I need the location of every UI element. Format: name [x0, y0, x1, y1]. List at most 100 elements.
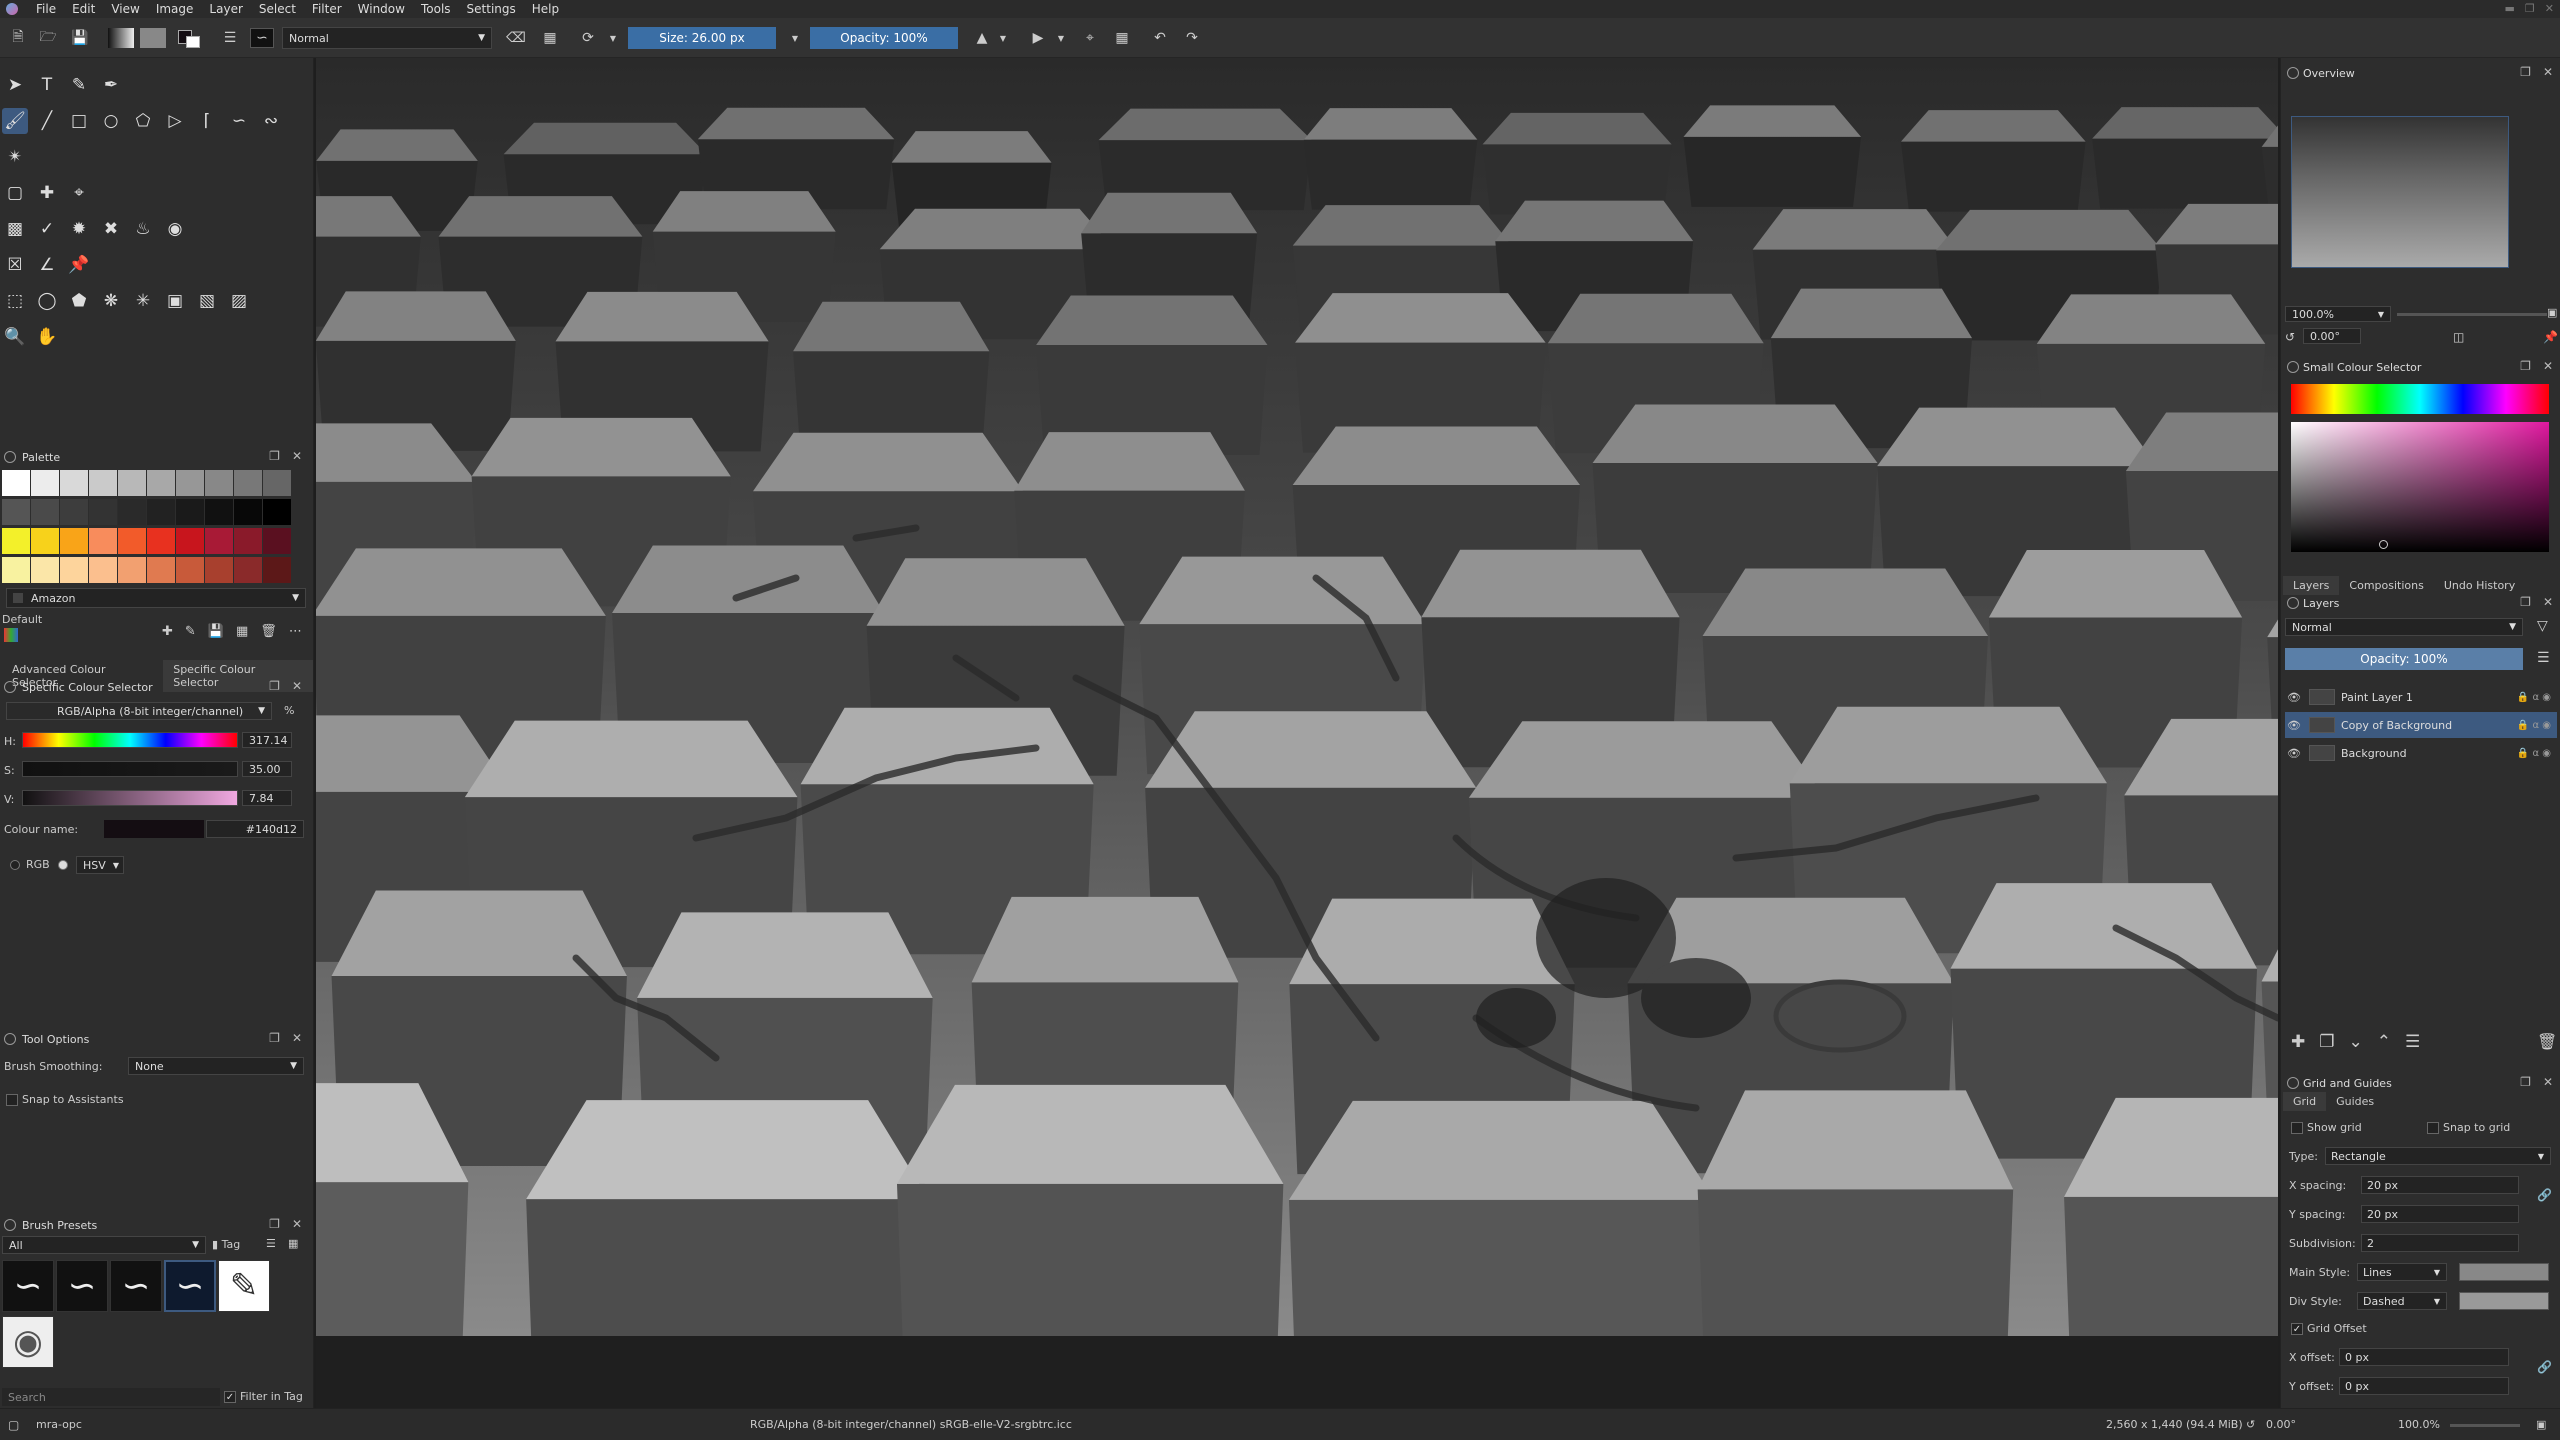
grid-offset-checkbox[interactable]: ✓ [2291, 1323, 2303, 1335]
transform-tool-icon[interactable]: ▢ [2, 180, 28, 206]
menu-filter[interactable]: Filter [304, 2, 350, 16]
contiguous-selection-icon[interactable]: ✳ [130, 288, 156, 314]
palette-swatch[interactable] [234, 470, 262, 496]
colour-picker-icon[interactable]: ✓ [34, 216, 60, 242]
menu-help[interactable]: Help [524, 2, 567, 16]
freehand-selection-icon[interactable]: ❋ [98, 288, 124, 314]
palette-swatch[interactable] [234, 528, 262, 554]
link-offset-icon[interactable]: 🔗 [2537, 1360, 2552, 1374]
palette-swatch[interactable] [205, 470, 233, 496]
status-zoom[interactable]: 100.0% [2398, 1418, 2440, 1431]
crop-tool-icon[interactable]: ⌖ [66, 180, 92, 206]
chevron-down-icon[interactable]: ▼ [608, 28, 618, 48]
palette-swatch[interactable] [176, 528, 204, 554]
text-tool-icon[interactable]: T [34, 72, 60, 98]
palette-swatch[interactable] [2, 470, 30, 496]
main-colour-swatch[interactable] [2459, 1263, 2549, 1281]
palette-swatch[interactable] [118, 499, 146, 525]
chevron-down-icon[interactable]: ▼ [998, 28, 1008, 48]
reference-images-icon[interactable]: 📌 [66, 252, 92, 278]
menu-file[interactable]: File [28, 2, 64, 16]
saturation-value-square[interactable] [2291, 422, 2549, 552]
close-icon[interactable]: ✕ [2545, 2, 2554, 15]
float-docker-icon[interactable]: ❐ [2520, 595, 2531, 609]
grid-view-icon[interactable]: ▦ [288, 1237, 298, 1250]
freehand-brush-icon[interactable]: 🖌 [2, 108, 28, 134]
visibility-eye-icon[interactable]: 👁 [2285, 719, 2303, 732]
close-docker-icon[interactable]: ✕ [2543, 1075, 2553, 1089]
palette-grid-view-icon[interactable]: ▦ [236, 624, 248, 639]
move-tool-icon[interactable]: ✚ [34, 180, 60, 206]
palette-swatch[interactable] [31, 470, 59, 496]
brush-size-slider[interactable]: Size: 26.00 px [628, 27, 776, 49]
x-offset-field[interactable]: 0 px [2339, 1348, 2509, 1366]
layer-lock-icons[interactable]: 🔒 α ◉ [2517, 692, 2551, 703]
save-icon[interactable]: 💾 [70, 28, 90, 48]
palette-swatch[interactable] [60, 528, 88, 554]
overview-zoom-slider[interactable] [2397, 313, 2547, 316]
elliptical-selection-icon[interactable]: ◯ [34, 288, 60, 314]
hsv-radio[interactable] [58, 860, 68, 870]
crop-icon[interactable]: ⌖ [1080, 28, 1100, 48]
palette-swatch[interactable] [31, 557, 59, 583]
close-docker-icon[interactable]: ✕ [292, 1217, 302, 1231]
canvas-area[interactable] [316, 58, 2278, 1336]
layer-row[interactable]: 👁 Copy of Background 🔒 α ◉ [2285, 712, 2557, 738]
fit-view-icon[interactable]: ▣ [2536, 1418, 2546, 1431]
tag-button[interactable]: ▮ Tag [212, 1238, 240, 1251]
palette-swatch[interactable] [118, 528, 146, 554]
brush-search-input[interactable]: Search [2, 1388, 220, 1406]
palette-swatch[interactable] [234, 499, 262, 525]
pin-icon[interactable]: 📌 [2543, 330, 2558, 344]
bezier-tool-icon[interactable]: ⌈ [194, 108, 220, 134]
snap-to-grid-checkbox[interactable] [2427, 1122, 2439, 1134]
layer-opacity-slider[interactable]: Opacity: 100% [2285, 648, 2523, 670]
eraser-mode-icon[interactable]: ⌫ [506, 28, 526, 48]
palette-selector[interactable]: Amazon ▼ [6, 588, 306, 608]
menu-settings[interactable]: Settings [459, 2, 524, 16]
close-docker-icon[interactable]: ✕ [2543, 65, 2553, 79]
palette-swatch[interactable] [60, 499, 88, 525]
palette-swatch[interactable] [205, 528, 233, 554]
ellipse-tool-icon[interactable]: ○ [98, 108, 124, 134]
show-grid-checkbox[interactable] [2291, 1122, 2303, 1134]
brush-preset-1[interactable]: ∽ [2, 1260, 54, 1312]
edit-shapes-icon[interactable]: ✎ [66, 72, 92, 98]
hue-strip[interactable] [2291, 384, 2549, 414]
palette-swatch[interactable] [89, 557, 117, 583]
docker-lock-icon[interactable] [4, 1033, 16, 1045]
mirror-vertical-icon[interactable]: ▶ [1028, 28, 1048, 48]
palette-swatch[interactable] [263, 557, 291, 583]
status-zoom-slider[interactable] [2450, 1424, 2520, 1427]
opacity-slider[interactable]: Opacity: 100% [810, 27, 958, 49]
palette-swatch[interactable] [31, 528, 59, 554]
close-docker-icon[interactable]: ✕ [292, 1031, 302, 1045]
duplicate-layer-icon[interactable]: ❐ [2319, 1032, 2334, 1052]
polygonal-selection-icon[interactable]: ⬟ [66, 288, 92, 314]
rectangle-tool-icon[interactable]: □ [66, 108, 92, 134]
preserve-alpha-icon[interactable]: ▦ [540, 28, 560, 48]
delete-layer-icon[interactable]: 🗑 [2537, 1032, 2557, 1051]
float-docker-icon[interactable]: ❐ [269, 1217, 280, 1231]
palette-swatch[interactable] [2, 528, 30, 554]
chevron-down-icon[interactable]: ▼ [1056, 28, 1066, 48]
layer-options-icon[interactable]: ☰ [2537, 650, 2550, 666]
brush-smoothing-select[interactable]: None ▼ [128, 1057, 304, 1075]
docker-lock-icon[interactable] [4, 681, 16, 693]
menu-view[interactable]: View [103, 2, 147, 16]
hsv-select[interactable]: HSV ▼ [76, 856, 124, 874]
menu-layer[interactable]: Layer [201, 2, 250, 16]
hue-value-field[interactable]: 317.14 [242, 732, 292, 748]
blend-mode-select[interactable]: Normal ▼ [282, 27, 492, 49]
palette-grid-icon[interactable] [4, 628, 18, 642]
docker-lock-icon[interactable] [4, 1219, 16, 1231]
palette-swatch[interactable] [60, 557, 88, 583]
subdivision-field[interactable]: 2 [2361, 1234, 2519, 1252]
restore-icon[interactable]: ❐ [2525, 2, 2535, 15]
fill-tool-icon[interactable]: ♨ [130, 216, 156, 242]
docker-lock-icon[interactable] [4, 451, 16, 463]
layer-properties-icon[interactable]: ☰ [2405, 1032, 2420, 1052]
close-docker-icon[interactable]: ✕ [2543, 359, 2553, 373]
select-shapes-icon[interactable]: ➤ [2, 72, 28, 98]
palette-swatch[interactable] [118, 470, 146, 496]
